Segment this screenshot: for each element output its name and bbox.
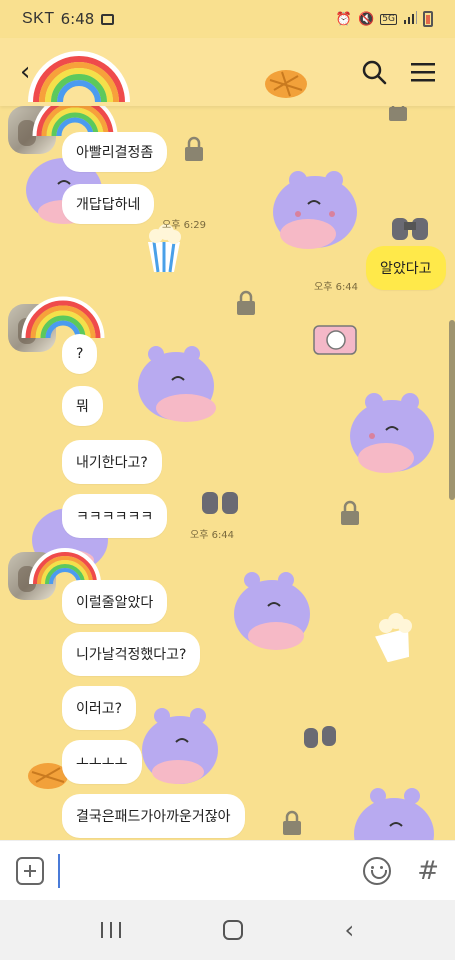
search-icon[interactable] [361,59,387,85]
padlock-icon [237,290,255,315]
hippo-sticker [138,346,216,422]
message-bubble[interactable]: ㅋㅋㅋㅋㅋㅋ [62,494,168,538]
message-bubble[interactable]: 결국은패드가아까운거잖아 [62,794,245,838]
gallery-notification-icon [101,13,115,25]
message-bubble[interactable]: 이럴줄알았다 [62,580,168,624]
emoji-icon[interactable] [363,856,392,885]
my-message-bubble[interactable]: 알았다고 [366,246,446,290]
padlock-icon [283,810,301,835]
scrollbar[interactable] [449,320,455,500]
message-timestamp: 오후 6:29 [162,220,207,231]
hippo-sticker [273,171,357,249]
binoculars-sticker [202,492,238,514]
message-bubble[interactable]: 개답답하네 [62,184,155,224]
recent-apps-button[interactable] [100,922,121,938]
menu-icon[interactable] [411,61,435,83]
hash-icon[interactable]: # [417,856,439,886]
padlock-icon [185,136,203,161]
popcorn-sticker [148,224,181,273]
chat-area[interactable]: 아빨리결정좀 개답답하네 오후 6:29 오후 6:44 알았다고 ? 뭐 내기… [0,106,455,840]
rainbow-sticker [21,296,105,339]
padlock-icon [389,106,407,121]
signal-icon [403,10,417,28]
mute-icon: 🔇 [358,11,375,27]
network-badge: 5G [380,13,397,25]
rainbow-sticker [28,51,130,103]
message-timestamp: 오후 6:44 [314,282,359,293]
hippo-sticker [142,708,218,784]
carrier-name: SKT [22,10,55,27]
status-bar: SKT 6:48 ⏰ 🔇 5G [0,0,455,38]
popcorn-sticker [375,613,412,662]
binoculars-sticker [304,726,336,748]
message-timestamp: 오후 6:44 [190,530,235,541]
message-input-bar: # [0,840,455,900]
status-time: 6:48 [60,10,95,28]
message-bubble[interactable]: ? [62,334,98,374]
battery-icon [423,11,433,27]
melonpan-bread-icon [265,70,307,98]
message-bubble[interactable]: ㅗㅗㅗㅗ [62,740,142,784]
message-bubble[interactable]: 뭐 [62,386,103,426]
message-bubble[interactable]: 아빨리결정좀 [62,132,168,172]
message-bubble[interactable]: 이러고? [62,686,137,730]
nav-back-button[interactable]: ‹ [344,916,354,944]
binoculars-sticker [392,218,428,240]
message-bubble[interactable]: 니가날걱정했다고? [62,632,201,676]
system-nav-bar: ‹ [0,900,455,960]
message-bubble[interactable]: 내기한다고? [62,440,162,484]
message-input[interactable] [58,853,338,888]
hippo-sticker [234,572,310,650]
plus-icon[interactable] [16,856,44,885]
camera-sticker [313,325,357,355]
hippo-sticker [350,393,434,473]
hippo-sticker [354,788,434,840]
padlock-icon [341,500,359,525]
home-button[interactable] [222,920,243,940]
alarm-icon: ⏰ [335,11,353,27]
status-icons: ⏰ 🔇 5G [335,10,433,28]
